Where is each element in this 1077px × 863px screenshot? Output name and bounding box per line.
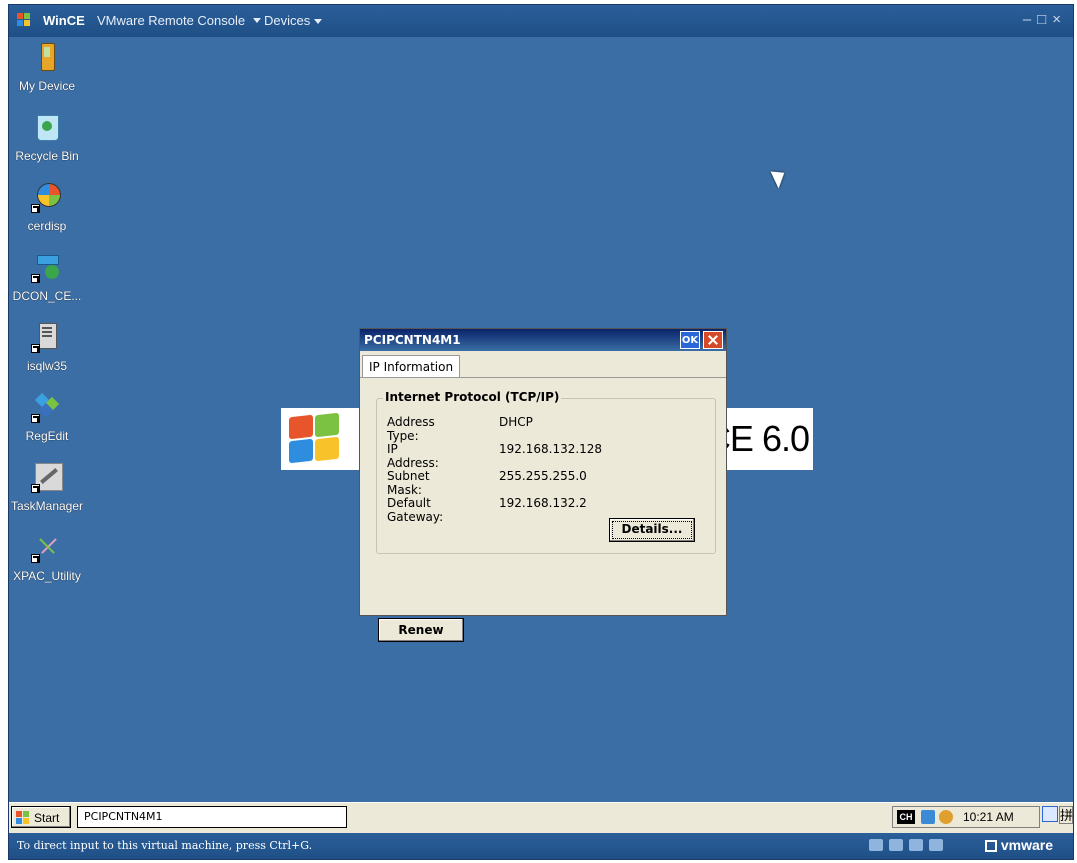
shortcut-arrow-icon bbox=[31, 274, 40, 283]
ok-button[interactable]: OK bbox=[680, 331, 700, 349]
tab-panel: Internet Protocol (TCP/IP) Address Type:… bbox=[360, 377, 726, 642]
minimize-icon[interactable]: – bbox=[1023, 11, 1037, 28]
desktop-toggle-icon[interactable] bbox=[1042, 806, 1058, 822]
desktop-icon-cerdisp[interactable]: cerdisp bbox=[7, 181, 87, 233]
desktop-icon-label: RegEdit bbox=[25, 429, 69, 443]
desktop-icon-label: DCON_CE... bbox=[12, 289, 82, 303]
database-icon bbox=[31, 321, 63, 353]
subnet-mask-label: Subnet Mask: bbox=[387, 469, 430, 497]
desktop-icon-my-device[interactable]: My Device bbox=[7, 41, 87, 93]
volume-icon[interactable] bbox=[939, 810, 953, 824]
restore-icon[interactable]: □ bbox=[1037, 11, 1052, 28]
desktop-icon-label: cerdisp bbox=[27, 219, 67, 233]
vm-window-title: VMware Remote Console bbox=[97, 13, 246, 28]
dialog-titlebar: PCIPCNTN4M1 OK bbox=[360, 329, 726, 351]
vm-console-window: WinCE VMware Remote Console Devices –□× … bbox=[8, 4, 1074, 860]
desktop-icon-label: TaskManager bbox=[10, 499, 84, 513]
vmware-box-icon bbox=[984, 840, 997, 853]
mouse-cursor-icon bbox=[770, 166, 790, 189]
windows-logo-icon bbox=[287, 412, 341, 464]
device-icon bbox=[31, 41, 63, 73]
network-icon[interactable] bbox=[921, 810, 935, 824]
shortcut-arrow-icon bbox=[31, 554, 40, 563]
shortcut-arrow-icon bbox=[31, 344, 40, 353]
vm-status-bar: To direct input to this virtual machine,… bbox=[9, 833, 1073, 859]
tab-ip-information[interactable]: IP Information bbox=[362, 355, 461, 378]
shortcut-arrow-icon bbox=[31, 484, 40, 493]
clock[interactable]: 10:21 AM bbox=[963, 810, 1014, 824]
chevron-down-icon bbox=[314, 19, 323, 25]
hard-disk-icon[interactable] bbox=[869, 839, 883, 851]
shortcut-arrow-icon bbox=[31, 414, 40, 423]
desktop-icon-xpac-utility[interactable]: XPAC_Utility bbox=[7, 531, 87, 583]
subnet-mask-value: 255.255.255.0 bbox=[499, 469, 587, 483]
network-tool-icon bbox=[31, 251, 63, 283]
start-label: Start bbox=[34, 811, 60, 825]
shortcut-arrow-icon bbox=[31, 204, 40, 213]
desktop-icon-label: Recycle Bin bbox=[15, 149, 79, 163]
default-gateway-value: 192.168.132.2 bbox=[499, 496, 587, 510]
close-icon[interactable]: × bbox=[1052, 11, 1067, 28]
desktop-icon-isqlw35[interactable]: isqlw35 bbox=[7, 321, 87, 373]
desktop-icon-label: My Device bbox=[18, 79, 75, 93]
network-adapter-icon[interactable] bbox=[889, 839, 903, 851]
system-tray: CH 10:21 AM bbox=[892, 806, 1040, 828]
ip-address-value: 192.168.132.128 bbox=[499, 442, 603, 456]
group-title: Internet Protocol (TCP/IP) bbox=[383, 390, 562, 404]
address-type-label: Address Type: bbox=[387, 415, 435, 443]
desktop-icon-label: XPAC_Utility bbox=[13, 569, 81, 583]
usb-icon[interactable] bbox=[909, 839, 923, 851]
desktop-icon-label: isqlw35 bbox=[26, 359, 68, 373]
globe-icon bbox=[31, 181, 63, 213]
close-icon[interactable] bbox=[703, 331, 723, 349]
network-adapter-dialog: PCIPCNTN4M1 OK IP Information Internet P… bbox=[359, 328, 727, 642]
renew-button[interactable]: Renew bbox=[378, 618, 464, 642]
tcpip-group: Internet Protocol (TCP/IP) Address Type:… bbox=[376, 390, 716, 554]
devices-menu[interactable]: Devices bbox=[264, 13, 326, 28]
taskbar: Start PCIPCNTN4M1 CH 10:21 AM 拼 bbox=[9, 802, 1073, 833]
vm-app-name: WinCE bbox=[43, 13, 85, 28]
input-language-indicator[interactable]: CH bbox=[897, 810, 915, 824]
input-hint: To direct input to this virtual machine,… bbox=[17, 839, 313, 852]
windows-logo-icon bbox=[16, 811, 30, 824]
wince-logo-icon bbox=[17, 13, 31, 27]
device-status-icons bbox=[869, 839, 949, 853]
desktop-icon-recycle-bin[interactable]: Recycle Bin bbox=[7, 111, 87, 163]
vm-titlebar: WinCE VMware Remote Console Devices –□× bbox=[9, 5, 1073, 37]
registry-icon bbox=[31, 391, 63, 423]
title-menu-arrow-icon[interactable] bbox=[253, 18, 261, 23]
wrench-icon bbox=[31, 461, 63, 493]
details-button[interactable]: Details... bbox=[609, 518, 695, 542]
start-button[interactable]: Start bbox=[11, 806, 71, 828]
ip-address-label: IP Address: bbox=[387, 442, 439, 470]
desktop-icon-regedit[interactable]: RegEdit bbox=[7, 391, 87, 443]
vmware-logo: vmware bbox=[984, 837, 1053, 853]
dialog-title: PCIPCNTN4M1 bbox=[364, 333, 461, 347]
default-gateway-label: Default Gateway: bbox=[387, 496, 444, 524]
sound-icon[interactable] bbox=[929, 839, 943, 851]
ime-mode-indicator[interactable]: 拼 bbox=[1059, 806, 1073, 824]
address-type-value: DHCP bbox=[499, 415, 533, 429]
recycle-bin-icon bbox=[31, 111, 63, 143]
utility-icon bbox=[31, 531, 63, 563]
taskbar-window-button[interactable]: PCIPCNTN4M1 bbox=[77, 806, 347, 828]
window-controls: –□× bbox=[1023, 11, 1067, 28]
desktop-icon-taskmanager[interactable]: TaskManager bbox=[7, 461, 87, 513]
desktop-icon-dcon[interactable]: DCON_CE... bbox=[7, 251, 87, 303]
desktop: My Device Recycle Bin cerdisp DCON_CE... bbox=[9, 37, 1073, 802]
